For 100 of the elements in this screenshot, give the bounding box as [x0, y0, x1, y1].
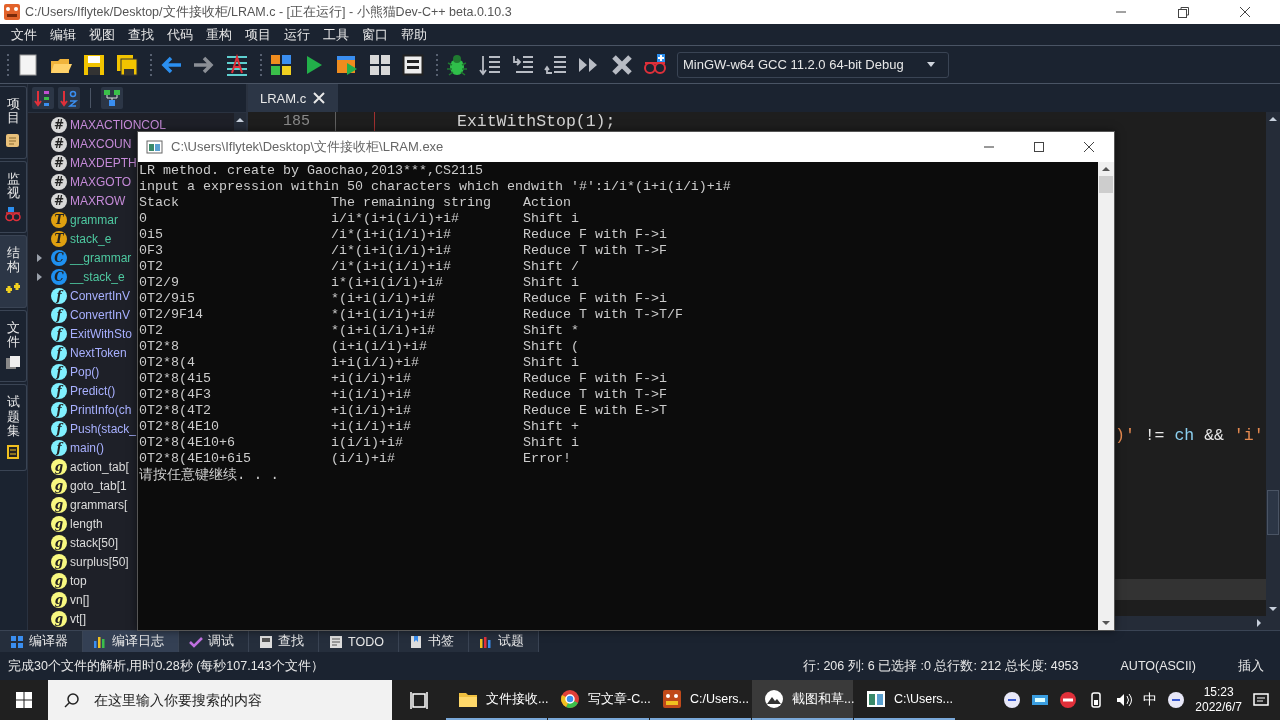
action-cell-text: Shift (	[523, 339, 580, 355]
code-line: ExitWithStop(1);	[457, 112, 616, 131]
side-tab[interactable]: 项目	[0, 86, 27, 159]
menu-item[interactable]: 运行	[277, 24, 316, 45]
tree-item[interactable]: f main()	[28, 438, 104, 457]
tree-item[interactable]: g vt[]	[28, 609, 86, 628]
symbol-type-badge: T	[51, 230, 67, 247]
stack-cell-text: 0T2*8(4i5	[139, 371, 212, 387]
remaining-cell-text: +i(i/i)+i#	[331, 403, 412, 419]
tree-item[interactable]: g length	[28, 514, 103, 533]
stack-cell-text: 0F3	[139, 243, 164, 259]
tree-item[interactable]: f ExitWithSto	[28, 324, 132, 343]
symbol-type-badge: f	[51, 325, 67, 342]
symbol-type-badge: C	[51, 268, 67, 285]
bottom-tab[interactable]: 编译日志	[83, 631, 179, 652]
side-tab[interactable]: 监视	[0, 160, 27, 234]
menu-item[interactable]: 视图	[82, 24, 121, 45]
bottom-tab[interactable]: 查找	[249, 631, 319, 652]
column-heading: Action	[523, 195, 572, 211]
remaining-cell-text: *(i+i(i/i)+i#	[331, 291, 436, 307]
symbol-type-badge: f	[51, 363, 67, 380]
tree-item[interactable]: f Predict()	[28, 381, 116, 400]
menu-item[interactable]: 查找	[121, 24, 160, 45]
editor-tab[interactable]: LRAM.c	[248, 84, 339, 112]
symbol-type-badge: f	[51, 344, 67, 361]
tree-item[interactable]: g stack[50]	[28, 533, 119, 552]
remaining-cell-text: /i*(i+i(i/i)+i#	[331, 227, 452, 243]
taskbar-button[interactable]: 写文章-C...	[548, 680, 649, 720]
action-cell-text: Shift i	[523, 211, 580, 227]
clock-time[interactable]: 15:23	[1203, 685, 1234, 700]
menu-item[interactable]: 代码	[160, 24, 199, 45]
taskbar-button[interactable]: C:/Users...	[650, 680, 751, 720]
tree-item[interactable]: C __stack_e	[28, 267, 125, 286]
symbol-type-badge: g	[51, 496, 67, 513]
menu-item[interactable]: 文件	[4, 24, 43, 45]
tree-item[interactable]: f NextToken	[28, 343, 127, 362]
remaining-cell-text: +i(i/i)+i#	[331, 371, 412, 387]
taskbar-button[interactable]: 文件接收...	[446, 680, 547, 720]
symbol-type-badge: f	[51, 287, 67, 304]
taskbar-button[interactable]: C:\Users...	[854, 680, 955, 720]
symbol-type-badge: g	[51, 553, 67, 570]
action-cell-text: Reduce T with T->F	[523, 243, 668, 259]
tree-item[interactable]: f ConvertInV	[28, 305, 131, 324]
tree-item[interactable]: # MAXACTIONCOL	[28, 115, 166, 134]
bottom-tab[interactable]: 试题	[468, 631, 539, 652]
side-tab[interactable]: 文件	[0, 309, 27, 383]
action-cell-text: Error!	[523, 451, 572, 467]
taskbar-button[interactable]: 截图和草...	[752, 680, 853, 720]
side-tab[interactable]: 结构	[0, 235, 27, 308]
symbol-type-badge: #	[51, 173, 67, 190]
menu-item[interactable]: 工具	[316, 24, 355, 45]
symbol-type-badge: g	[51, 515, 67, 532]
tree-item[interactable]: g top	[28, 571, 87, 590]
symbol-type-badge: f	[51, 306, 67, 323]
tree-item[interactable]: g grammars[	[28, 495, 128, 514]
input-method-indicator[interactable]: 中	[1143, 691, 1158, 709]
symbol-type-badge: g	[51, 591, 67, 608]
tree-item[interactable]: f ConvertInV	[28, 286, 131, 305]
tree-item[interactable]: # MAXGOTO	[28, 172, 132, 191]
search-input[interactable]: 在这里输入你要搜索的内容	[92, 691, 392, 709]
status-message: 完成30个文件的解析,用时0.28秒 (每秒107.143个文件）	[8, 657, 324, 675]
remaining-cell-text: i*(i+i(i/i)+i#	[331, 275, 444, 291]
menu-item[interactable]: 窗口	[355, 24, 394, 45]
menu-item[interactable]: 编辑	[43, 24, 82, 45]
stack-cell-text: 0T2*8(4F3	[139, 387, 212, 403]
tree-item[interactable]: g goto_tab[1	[28, 476, 127, 495]
menu-item[interactable]: 项目	[238, 24, 277, 45]
action-cell: Reduce T with T->T/F	[523, 307, 683, 323]
clock-date[interactable]: 2022/6/7	[1195, 700, 1242, 715]
tree-item[interactable]: g surplus[50]	[28, 552, 129, 571]
tree-item[interactable]: f Pop()	[28, 362, 100, 381]
bottom-tab[interactable]: 调试	[179, 631, 249, 652]
side-tab[interactable]: 试题集	[0, 384, 27, 472]
compiler-dropdown[interactable]: MinGW-w64 GCC 11.2.0 64-bit Debug	[677, 51, 949, 78]
tree-item[interactable]: f Push(stack_	[28, 419, 137, 438]
bottom-tab[interactable]: 编译器	[0, 631, 83, 652]
remaining-cell-text: (i/i)+i#	[331, 451, 396, 467]
console-line: input a expression within 50 characters which endwith '#':i/i*(i+i(i/i)+i#	[139, 179, 732, 195]
menu-item[interactable]: 帮助	[394, 24, 433, 45]
tree-item[interactable]: # MAXDEPTH	[28, 153, 137, 172]
tree-item[interactable]: T grammar	[28, 210, 118, 229]
search-field[interactable]: 在这里输入你要搜索的内容	[48, 680, 392, 720]
bottom-tab[interactable]: 书签	[398, 631, 469, 652]
tree-item[interactable]: T stack_e	[28, 229, 112, 248]
console-prompt: 请按任意键继续. . .	[139, 467, 280, 483]
symbol-type-badge: g	[51, 458, 67, 475]
bottom-tab[interactable]: TODO	[319, 631, 399, 652]
stack-cell-text: 0T2*8(4	[139, 355, 196, 371]
menu-item[interactable]: 重构	[199, 24, 238, 45]
symbol-type-badge: g	[51, 572, 67, 589]
remaining-cell-text: i+i(i/i)+i#	[331, 355, 420, 371]
stack-cell-text: 0i5	[139, 227, 164, 243]
tree-item[interactable]: # MAXCOUN	[28, 134, 132, 153]
column-heading: Stack	[139, 195, 180, 211]
tree-item[interactable]: # MAXROW	[28, 191, 126, 210]
tree-item[interactable]: g vn[]	[28, 590, 90, 609]
tree-item[interactable]: f PrintInfo(ch	[28, 400, 132, 419]
stack-cell-text: 0T2	[139, 323, 164, 339]
tree-item[interactable]: C __grammar	[28, 248, 132, 267]
tree-item[interactable]: g action_tab[	[28, 457, 129, 476]
